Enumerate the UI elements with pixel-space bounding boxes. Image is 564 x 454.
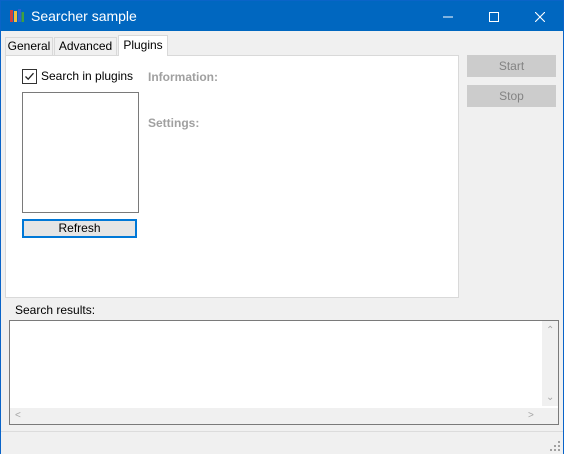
scroll-right-icon[interactable]: >	[528, 411, 534, 421]
search-results-group: Search results: ⌃ ⌄ < >	[6, 302, 559, 426]
horizontal-scrollbar[interactable]: < >	[10, 408, 542, 424]
maximize-icon	[489, 11, 499, 22]
close-icon	[534, 11, 546, 23]
vertical-scrollbar[interactable]: ⌃ ⌄	[542, 321, 558, 406]
plugins-panel: Search in plugins Refresh Information: S…	[5, 55, 459, 298]
minimize-icon	[443, 16, 453, 18]
scroll-left-icon[interactable]: <	[15, 411, 21, 421]
title-bar[interactable]: Searcher sample	[1, 1, 563, 31]
status-bar	[1, 431, 563, 454]
tab-plugins[interactable]: Plugins	[118, 35, 168, 56]
maximize-button[interactable]	[471, 1, 517, 31]
resize-grip-icon[interactable]	[549, 440, 561, 452]
start-button[interactable]: Start	[467, 55, 556, 77]
checkmark-icon	[25, 72, 34, 81]
settings-label: Settings:	[148, 116, 200, 130]
search-results-label: Search results:	[14, 303, 97, 317]
stop-button[interactable]: Stop	[467, 85, 556, 107]
minimize-button[interactable]	[425, 1, 471, 31]
search-in-plugins-label: Search in plugins	[41, 69, 134, 83]
main-window: Searcher sample General Advanced Plugins…	[0, 0, 564, 454]
refresh-button[interactable]: Refresh	[22, 219, 137, 238]
window-title: Searcher sample	[31, 8, 137, 24]
close-button[interactable]	[517, 1, 563, 31]
books-icon	[10, 9, 24, 22]
information-label: Information:	[148, 70, 218, 84]
tab-general[interactable]: General	[5, 37, 53, 55]
scroll-up-icon[interactable]: ⌃	[546, 326, 554, 336]
scroll-down-icon[interactable]: ⌄	[546, 393, 554, 403]
search-results-box[interactable]: ⌃ ⌄ < >	[9, 320, 559, 425]
scrollbar-corner	[542, 408, 558, 424]
search-in-plugins-checkbox[interactable]	[22, 69, 37, 84]
plugin-list[interactable]	[22, 92, 139, 213]
tab-advanced[interactable]: Advanced	[54, 37, 117, 55]
